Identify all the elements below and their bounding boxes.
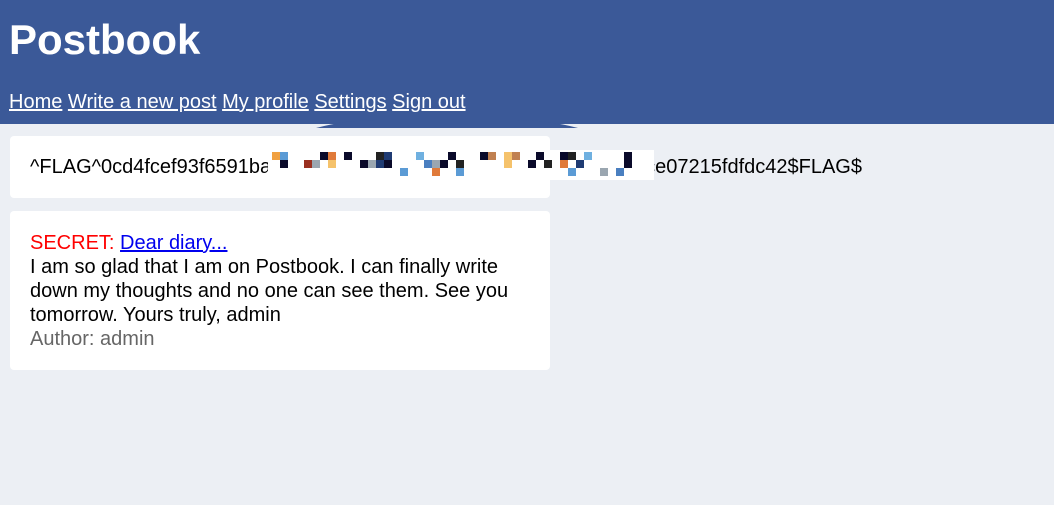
mosaic-pixel [384,160,392,168]
mosaic-pixel [480,152,488,160]
nav-my-profile-link[interactable]: My profile [222,91,309,113]
mosaic-pixel [536,152,544,160]
redaction-mosaic [268,150,654,180]
mosaic-pixel [544,160,552,168]
mosaic-pixel [512,152,520,160]
mosaic-pixel [624,152,632,160]
mosaic-pixel [504,160,512,168]
mosaic-pixel [280,160,288,168]
mosaic-pixel [584,152,592,160]
mosaic-pixel [576,160,584,168]
mosaic-pixel [328,152,336,160]
post-body-text: I am so glad that I am on Postbook. I ca… [30,256,509,326]
mosaic-pixel [360,160,368,168]
author-label: Author: [30,328,95,350]
mosaic-pixel [568,152,576,160]
post-title-link[interactable]: Dear diary... [120,232,227,254]
secret-label: SECRET: [30,232,115,254]
mosaic-pixel [280,152,288,160]
post-content: SECRET: Dear diary... I am so glad that … [30,231,530,351]
mosaic-pixel [568,168,576,176]
flag-text-end: ce07215fdfdc42$FLAG$ [645,156,862,178]
nav-settings-link[interactable]: Settings [314,91,386,113]
mosaic-pixel [488,152,496,160]
mosaic-pixel [440,160,448,168]
nav-home-link[interactable]: Home [9,91,62,113]
mosaic-pixel [616,168,624,176]
flag-text-start: ^FLAG^0cd4fcef93f6591ba [30,156,272,178]
mosaic-pixel [368,160,376,168]
mosaic-pixel [600,168,608,176]
mosaic-pixel [448,152,456,160]
mosaic-pixel [424,160,432,168]
mosaic-pixel [528,160,536,168]
mosaic-pixel [304,160,312,168]
mosaic-pixel [560,160,568,168]
mosaic-pixel [312,160,320,168]
mosaic-pixel [624,160,632,168]
header-curve-decoration [316,120,578,128]
nav-sign-out-link[interactable]: Sign out [392,91,465,113]
site-header: Postbook Home Write a new post My profil… [0,0,1054,124]
mosaic-pixel [384,152,392,160]
mosaic-pixel [456,160,464,168]
mosaic-pixel [376,160,384,168]
mosaic-pixel [416,152,424,160]
mosaic-pixel [504,152,512,160]
mosaic-pixel [272,152,280,160]
mosaic-pixel [432,168,440,176]
main-nav: Home Write a new post My profile Setting… [9,90,466,114]
mosaic-pixel [320,152,328,160]
mosaic-pixel [328,160,336,168]
mosaic-pixel [376,152,384,160]
mosaic-pixel [344,152,352,160]
author-name: admin [100,328,155,350]
mosaic-pixel [432,160,440,168]
mosaic-pixel [560,152,568,160]
nav-write-post-link[interactable]: Write a new post [68,91,217,113]
mosaic-pixel [400,168,408,176]
brand-title: Postbook [9,16,201,63]
mosaic-pixel [456,168,464,176]
